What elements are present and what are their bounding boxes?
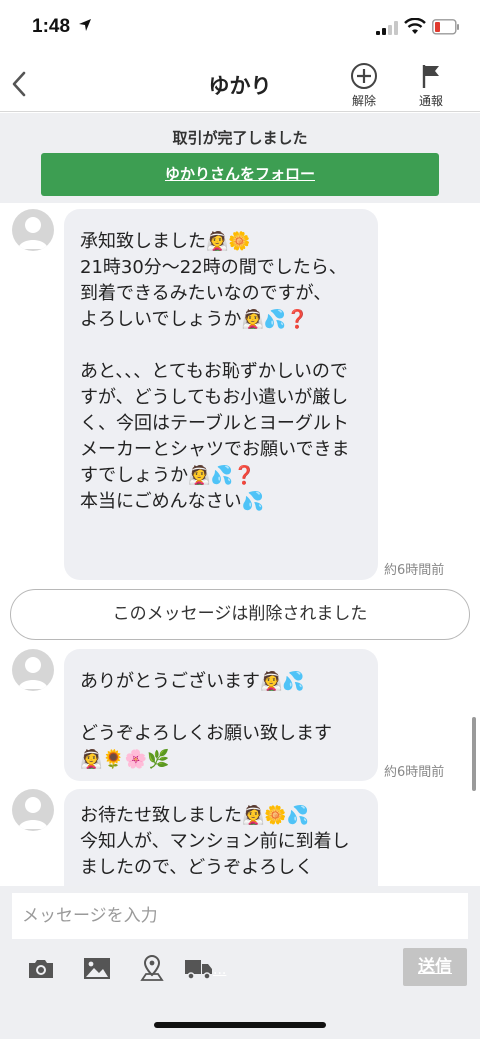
message-list[interactable]: 承知致しました👰🌼 21時30分〜22時の間でしたら、 到着できるみたいなのです… xyxy=(0,203,480,886)
cellular-signal-icon xyxy=(376,21,398,35)
message-timestamp: 約6時間前 xyxy=(384,765,445,780)
unblock-label: 解除 xyxy=(351,94,376,108)
message-text: 承知致しました👰🌼 21時30分〜22時の間でしたら、 到着できるみたいなのです… xyxy=(80,231,347,330)
deleted-message-notice: このメッセージは削除されました xyxy=(10,589,470,640)
message-text: ありがとうございます👰💦 xyxy=(80,671,305,692)
chat-partner-name: ゆかり xyxy=(208,74,272,98)
default-avatar-icon xyxy=(18,657,48,689)
default-avatar-icon xyxy=(18,217,48,249)
plus-circle-icon xyxy=(351,63,377,89)
shipping-button[interactable]: ... xyxy=(184,954,230,982)
scrollbar[interactable] xyxy=(472,717,476,791)
shipping-ellipsis: ... xyxy=(213,962,227,978)
message-bubble: 承知致しました👰🌼 21時30分〜22時の間でしたら、 到着できるみたいなのです… xyxy=(64,209,378,580)
location-arrow-icon xyxy=(79,19,91,31)
deal-complete-banner: 取引が完了しました ゆかりさんをフォロー xyxy=(0,113,480,203)
report-label: 通報 xyxy=(418,94,443,108)
camera-icon[interactable] xyxy=(26,954,56,982)
home-indicator[interactable] xyxy=(154,1022,326,1028)
message-timestamp: 約6時間前 xyxy=(384,563,445,578)
send-button[interactable]: 送信 xyxy=(403,948,467,986)
nav-bar: ゆかり 解除 通報 xyxy=(0,56,480,112)
avatar[interactable] xyxy=(12,209,54,251)
message-bubble: お待たせ致しました👰🌼💦 今知人が、マンション前に到着しましたので、どうぞよろし… xyxy=(64,789,378,886)
battery-icon xyxy=(432,19,459,35)
default-avatar-icon xyxy=(18,797,48,829)
avatar[interactable] xyxy=(12,789,54,831)
delivery-truck-icon xyxy=(185,960,212,980)
image-icon[interactable] xyxy=(82,954,112,982)
follow-user-button[interactable]: ゆかりさんをフォロー xyxy=(41,153,439,196)
wifi-icon xyxy=(404,18,426,34)
unblock-button[interactable]: 解除 xyxy=(344,62,384,109)
status-bar: 1:48 xyxy=(0,0,480,56)
message-text: お待たせ致しました👰🌼💦 今知人が、マンション前に到着しましたので、どうぞよろし… xyxy=(80,805,350,878)
composer: ... 送信 xyxy=(0,886,480,1039)
status-time: 1:48 xyxy=(32,16,71,37)
avatar[interactable] xyxy=(12,649,54,691)
message-text: あと、、、とてもお恥ずかしいのですが、どうしてもお小遣いが厳しく、今回はテーブル… xyxy=(80,361,350,512)
map-pin-icon[interactable] xyxy=(137,954,167,982)
deal-complete-text: 取引が完了しました xyxy=(172,129,308,147)
message-input[interactable] xyxy=(12,893,468,939)
flag-icon xyxy=(422,65,439,88)
report-button[interactable]: 通報 xyxy=(411,62,451,109)
message-text: どうぞよろしくお願い致します 👰🌻🌸🌿 xyxy=(80,723,332,770)
message-bubble: ありがとうございます👰💦 どうぞよろしくお願い致します 👰🌻🌸🌿 xyxy=(64,649,378,781)
